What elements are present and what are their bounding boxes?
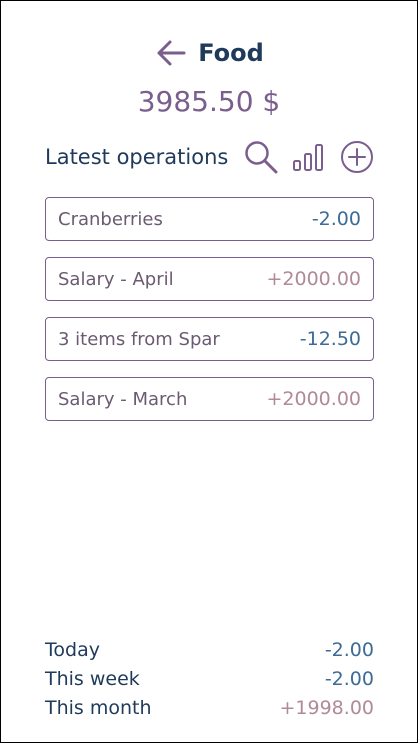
- search-button[interactable]: [243, 139, 279, 175]
- back-button[interactable]: [154, 36, 188, 70]
- summary-row-week: This week -2.00: [45, 664, 374, 693]
- operation-item[interactable]: Salary - March +2000.00: [45, 377, 374, 421]
- operation-name: Salary - April: [58, 268, 174, 290]
- operations-toolbar: Latest operations: [45, 137, 375, 177]
- page-title: Food: [198, 39, 264, 67]
- search-icon: [245, 141, 278, 174]
- add-operation-button[interactable]: [339, 139, 375, 175]
- operations-title: Latest operations: [45, 145, 229, 169]
- summary-row-today: Today -2.00: [45, 635, 374, 664]
- summary-row-month: This month +1998.00: [45, 693, 374, 722]
- add-circle-icon: [341, 141, 373, 173]
- summary-value: -2.00: [324, 638, 374, 661]
- app-screen: Food 3985.50 $ Latest operations Cranber…: [0, 0, 418, 743]
- operation-amount: +2000.00: [266, 268, 362, 290]
- summary-label: This month: [45, 696, 152, 719]
- balance-amount: 3985.50 $: [137, 85, 281, 118]
- operation-item[interactable]: Cranberries -2.00: [45, 197, 374, 241]
- stats-button[interactable]: [291, 140, 325, 174]
- summary-label: This week: [45, 667, 140, 690]
- operation-name: 3 items from Spar: [58, 328, 220, 350]
- operation-name: Cranberries: [58, 208, 163, 230]
- operation-amount: -12.50: [299, 328, 361, 350]
- arrow-left-icon: [157, 40, 186, 66]
- operations-list: Cranberries -2.00 Salary - April +2000.0…: [45, 197, 374, 437]
- summary: Today -2.00 This week -2.00 This month +…: [45, 635, 374, 722]
- summary-value: +1998.00: [279, 696, 375, 719]
- header: Food: [1, 35, 417, 71]
- summary-value: -2.00: [324, 667, 374, 690]
- operation-amount: +2000.00: [266, 388, 362, 410]
- bar-chart-icon: [293, 144, 323, 171]
- operation-item[interactable]: 3 items from Spar -12.50: [45, 317, 374, 361]
- operation-amount: -2.00: [311, 208, 361, 230]
- summary-label: Today: [45, 638, 100, 661]
- operation-name: Salary - March: [58, 388, 188, 410]
- operation-item[interactable]: Salary - April +2000.00: [45, 257, 374, 301]
